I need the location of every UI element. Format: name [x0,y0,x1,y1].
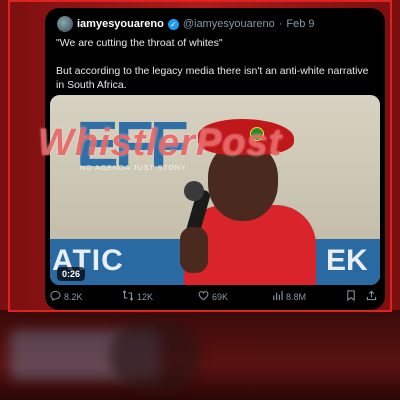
views-count: 8.8M [286,292,307,302]
speaker-hand [180,227,208,273]
views-icon [272,290,283,304]
heart-icon [198,290,209,304]
post-date[interactable]: Feb 9 [286,18,314,30]
background-blur [110,320,200,390]
bookmark-icon [346,290,356,304]
verified-badge-icon: ✓ [167,18,179,30]
handle[interactable]: @iamyesyouareno [183,18,275,30]
reply-count: 8.2K [64,292,83,302]
views-button[interactable]: 8.8M [272,290,306,304]
reply-icon [50,290,61,304]
repost-count: 12K [137,292,154,302]
repost-button[interactable]: 12K [122,290,153,304]
watermark-subtitle: NO AGENDA JUST STORY [80,165,187,172]
action-bar: 8.2K 12K 69K 8.8M [50,289,380,305]
display-name[interactable]: iamyesyouareno [77,18,164,30]
share-button[interactable] [366,290,377,304]
microphone-head [184,181,204,201]
like-count: 69K [212,292,229,302]
post-quote: "We are cutting the throat of whites" [56,37,223,49]
like-button[interactable]: 69K [198,290,228,304]
separator: · [278,18,283,30]
post-comment: But according to the legacy media there … [56,65,369,91]
share-icon [366,290,377,304]
watermark-logo: WhistlerPost [38,122,283,164]
avatar[interactable] [57,16,73,32]
post-header: iamyesyouareno ✓ @iamyesyouareno · Feb 9 [77,16,315,32]
video-duration: 0:26 [57,267,86,281]
scene-text-bottom-right: EK [326,244,368,277]
bookmark-button[interactable] [346,290,356,304]
repost-icon [122,290,134,304]
reply-button[interactable]: 8.2K [50,290,83,304]
